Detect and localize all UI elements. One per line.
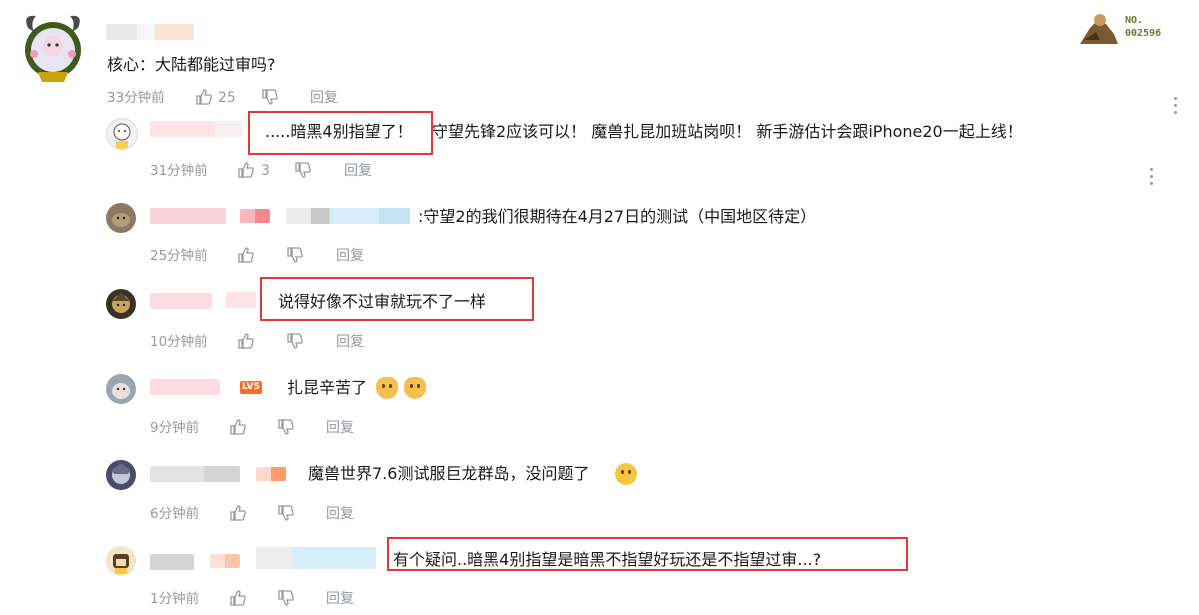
reply-2-level-badge xyxy=(240,209,270,223)
more-options-icon[interactable] xyxy=(1148,168,1154,190)
like-icon[interactable] xyxy=(229,504,247,522)
reply-button[interactable]: 回复 xyxy=(336,333,364,351)
badge-number: 002596 xyxy=(1125,28,1162,39)
like-icon[interactable] xyxy=(237,332,255,350)
main-comment-username[interactable] xyxy=(106,24,194,40)
character-badge-icon xyxy=(1080,14,1118,44)
reply-3-avatar[interactable] xyxy=(106,289,136,319)
reply-button[interactable]: 回复 xyxy=(326,419,354,437)
reply-2-username[interactable] xyxy=(150,208,226,224)
reply-5-text: 魔兽世界7.6测试服巨龙群岛，没问题了 xyxy=(308,464,590,483)
dislike-icon[interactable] xyxy=(261,88,279,106)
dislike-icon[interactable] xyxy=(277,418,295,436)
reply-6-username[interactable] xyxy=(150,554,194,570)
reply-4-avatar[interactable] xyxy=(106,374,136,404)
dislike-icon[interactable] xyxy=(286,332,304,350)
level-badge: LV5 xyxy=(240,381,262,394)
reply-6-time: 1分钟前 xyxy=(150,591,200,607)
reply-2-time: 25分钟前 xyxy=(150,248,208,264)
dislike-icon[interactable] xyxy=(294,161,312,179)
dislike-icon[interactable] xyxy=(286,246,304,264)
reply-4-username[interactable] xyxy=(150,379,220,395)
reply-2-avatar[interactable] xyxy=(106,203,136,233)
like-icon[interactable] xyxy=(229,589,247,607)
reply-5-username[interactable] xyxy=(150,466,240,482)
badge-prefix: NO. xyxy=(1125,15,1144,26)
like-icon[interactable] xyxy=(195,88,213,106)
reply-3-text: 说得好像不过审就玩不了一样 xyxy=(278,292,487,311)
reply-1-avatar[interactable] xyxy=(106,118,138,150)
thinking-emoji-icon xyxy=(615,463,637,485)
reply-3-username[interactable] xyxy=(150,293,212,309)
main-comment-avatar[interactable] xyxy=(18,10,88,86)
reply-2-reply-target[interactable] xyxy=(286,208,410,224)
reply-5-time: 6分钟前 xyxy=(150,506,200,522)
reply-button[interactable]: 回复 xyxy=(310,89,338,107)
reply-button[interactable]: 回复 xyxy=(336,247,364,265)
reply-4-time: 9分钟前 xyxy=(150,420,200,436)
reply-1-time: 31分钟前 xyxy=(150,163,208,179)
reply-6-text: 有个疑问..暗黑4别指望是暗黑不指望好玩还是不指望过审...? xyxy=(393,550,822,569)
reply-5-level-badge xyxy=(256,467,286,481)
reply-6-level-badge xyxy=(210,554,240,568)
reply-1-text: 守望先锋2应该可以！ 魔兽扎昆加班站岗呗！ 新手游估计会跟iPhone20一起上… xyxy=(432,122,1023,141)
reply-1-username[interactable] xyxy=(150,121,242,137)
reply-1-text-highlight: .....暗黑4别指望了！ xyxy=(265,122,413,141)
reply-6-reply-target[interactable] xyxy=(256,547,376,569)
dislike-icon[interactable] xyxy=(277,589,295,607)
like-count: 25 xyxy=(218,90,236,106)
reply-4-text: 扎昆辛苦了 xyxy=(287,378,368,397)
like-icon[interactable] xyxy=(229,418,247,436)
reply-button[interactable]: 回复 xyxy=(326,505,354,523)
reply-3-level-badge xyxy=(226,292,256,308)
more-options-icon[interactable] xyxy=(1172,97,1178,119)
like-count: 3 xyxy=(261,163,270,179)
reply-3-time: 10分钟前 xyxy=(150,334,208,350)
like-icon[interactable] xyxy=(237,161,255,179)
dislike-icon[interactable] xyxy=(277,504,295,522)
cat-emoji-icon xyxy=(404,377,426,399)
cat-emoji-icon xyxy=(376,377,398,399)
reply-button[interactable]: 回复 xyxy=(344,162,372,180)
reply-5-avatar[interactable] xyxy=(106,460,136,490)
main-comment-time: 33分钟前 xyxy=(107,90,165,106)
like-icon[interactable] xyxy=(237,246,255,264)
reply-6-avatar[interactable] xyxy=(106,546,136,576)
reply-2-text: :守望2的我们很期待在4月27日的测试（中国地区待定） xyxy=(418,207,817,226)
main-comment-badge: NO. 002596 xyxy=(1078,10,1178,46)
main-comment-text: 核心：大陆都能过审吗? xyxy=(107,55,276,74)
reply-button[interactable]: 回复 xyxy=(326,590,354,608)
